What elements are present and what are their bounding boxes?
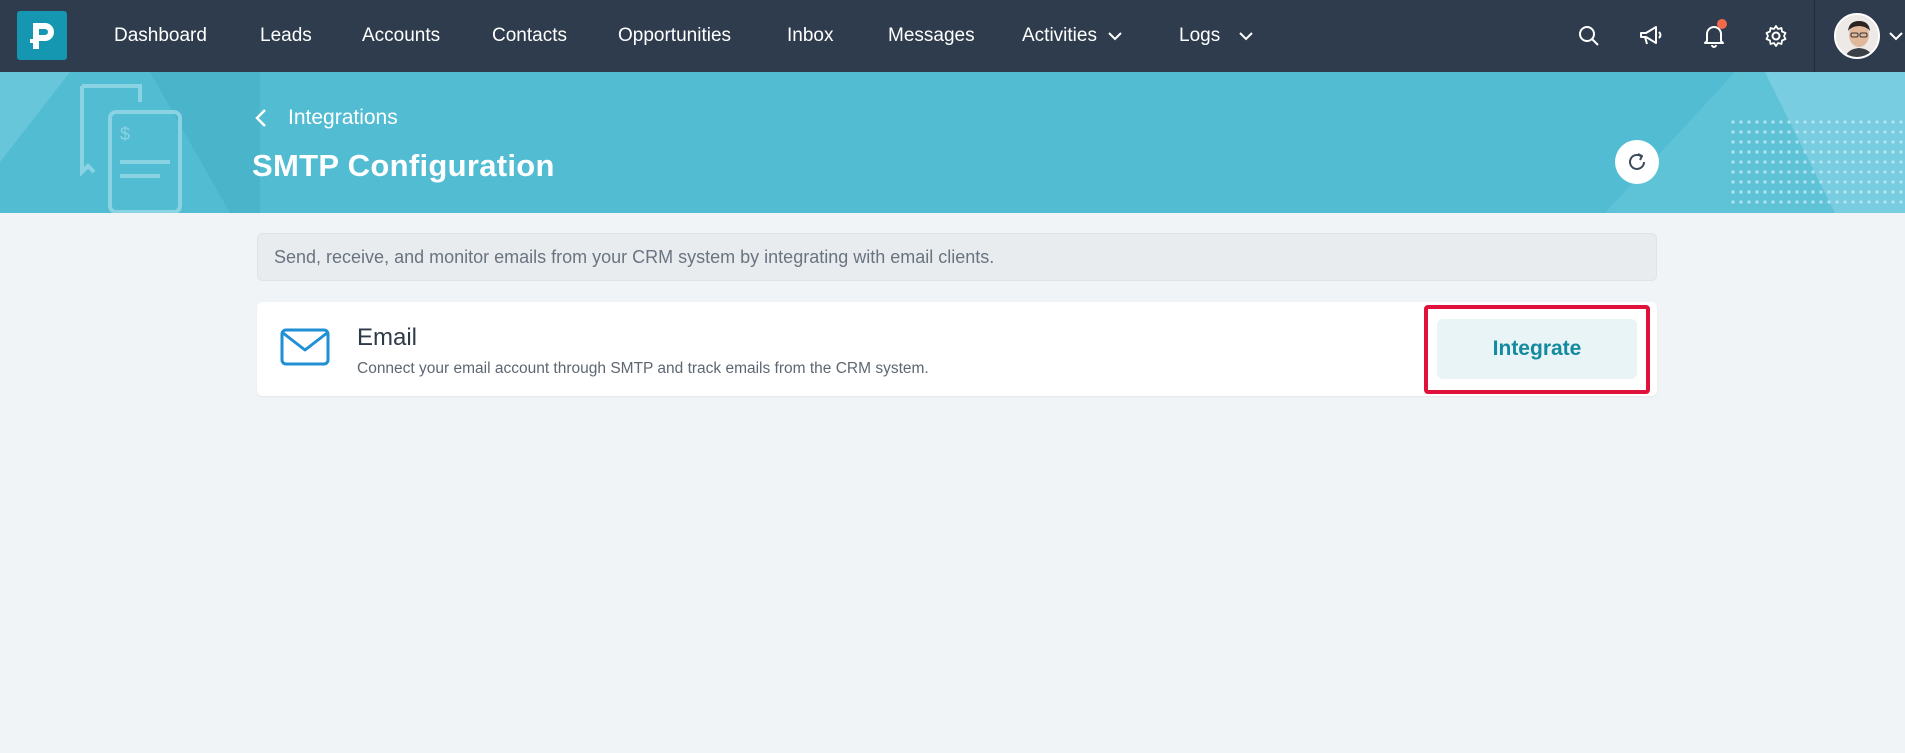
chevron-left-icon (255, 109, 266, 127)
chevron-down-icon[interactable] (1888, 28, 1904, 46)
chevron-down-icon (1107, 31, 1123, 41)
logo-icon (30, 22, 54, 49)
nav-accounts-label: Accounts (362, 25, 441, 46)
page-title: SMTP Configuration (252, 148, 555, 183)
search-icon[interactable] (1575, 22, 1603, 50)
nav-messages-label: Messages (888, 25, 975, 46)
back-link-label: Integrations (288, 106, 398, 129)
nav-contacts[interactable]: Contacts (492, 25, 567, 47)
card-description: Connect your email account through SMTP … (357, 360, 929, 377)
receipt-decoration-icon: $ (0, 72, 260, 213)
nav-activities[interactable]: Activities (1022, 25, 1123, 47)
megaphone-icon[interactable] (1637, 22, 1665, 50)
nav-accounts[interactable]: Accounts (362, 25, 440, 47)
card-title: Email (357, 324, 418, 351)
notification-dot (1717, 19, 1727, 29)
nav-dashboard-label: Dashboard (114, 25, 207, 46)
integrate-button[interactable]: Integrate (1437, 319, 1637, 379)
nav-dashboard[interactable]: Dashboard (114, 25, 207, 47)
nav-leads[interactable]: Leads (260, 25, 312, 47)
refresh-icon (1629, 153, 1645, 170)
nav-contacts-label: Contacts (492, 25, 567, 46)
svg-text:$: $ (120, 124, 130, 144)
navbar-divider (1814, 0, 1815, 72)
user-avatar[interactable] (1834, 13, 1880, 59)
nav-inbox[interactable]: Inbox (787, 25, 833, 47)
dots-decoration-icon (1605, 72, 1905, 213)
page-header-banner: $ Integrations SMTP Configuration (0, 72, 1905, 213)
nav-logs[interactable]: Logs (1179, 25, 1254, 47)
info-message: Send, receive, and monitor emails from y… (257, 233, 1657, 281)
app-logo[interactable] (17, 11, 67, 60)
info-message-text: Send, receive, and monitor emails from y… (274, 246, 995, 267)
nav-activities-label: Activities (1022, 25, 1097, 46)
nav-logs-label: Logs (1179, 25, 1221, 46)
gear-icon[interactable] (1762, 22, 1790, 50)
nav-opportunities-label: Opportunities (618, 25, 732, 46)
nav-opportunities[interactable]: Opportunities (618, 25, 731, 47)
nav-leads-label: Leads (260, 25, 312, 46)
mail-icon (280, 328, 330, 366)
nav-messages[interactable]: Messages (888, 25, 975, 47)
top-navbar: Dashboard Leads Accounts Contacts Opport… (0, 0, 1905, 72)
bell-icon[interactable] (1700, 19, 1728, 50)
chevron-down-icon (1238, 31, 1254, 41)
refresh-button[interactable] (1615, 140, 1659, 184)
back-to-integrations-link[interactable]: Integrations (254, 106, 398, 130)
nav-inbox-label: Inbox (787, 25, 834, 46)
